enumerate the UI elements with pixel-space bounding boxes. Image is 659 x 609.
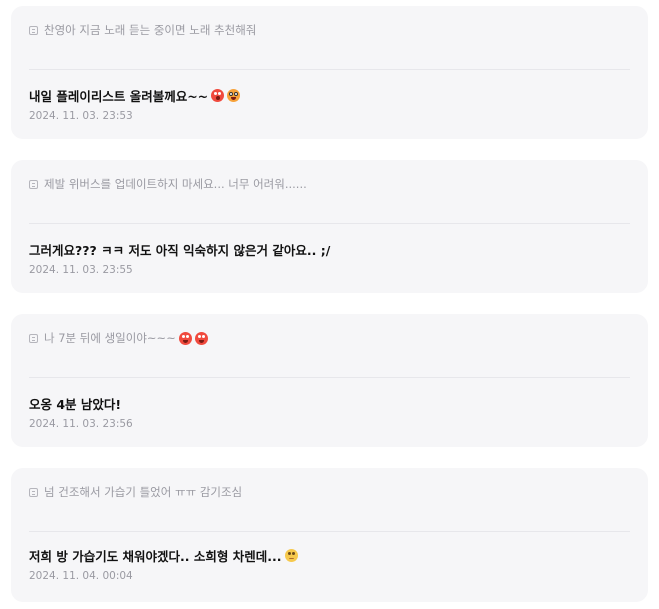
quoted-message: 넘 건조해서 가습기 틀었어 ㅠㅠ 감기조심 (29, 484, 242, 500)
quoted-text: 찬영아 지금 노래 듣는 중이면 노래 추천해줘 (44, 23, 257, 37)
divider (29, 531, 630, 532)
divider (29, 223, 630, 224)
laughing-face-icon (194, 331, 208, 345)
quoted-text: 나 7분 뒤에 생일이야~~~ (44, 331, 176, 345)
reply-message: 그러게요??? ㅋㅋ 저도 아직 익숙하지 않은거 같아요.. ;/ (29, 240, 330, 259)
reply-message: 내일 플레이리스트 올려볼께요~~ (29, 86, 241, 105)
surprised-face-icon (211, 89, 225, 102)
reply-message: 저희 방 가습기도 채워야겠다.. 소희형 차렌데... (29, 546, 298, 565)
quoted-message: 찬영아 지금 노래 듣는 중이면 노래 추천해줘 (29, 22, 256, 38)
comment-card[interactable]: 찬영아 지금 노래 듣는 중이면 노래 추천해줘 내일 플레이리스트 올려볼께요… (11, 6, 648, 139)
reply-message: 오옹 4분 남았다! (29, 394, 121, 413)
timestamp: 2024. 11. 03. 23:55 (29, 264, 133, 276)
quoted-text: 제발 위버스를 업데이트하지 마세요... 너무 어려워...... (44, 177, 307, 191)
quoted-message: 제발 위버스를 업데이트하지 마세요... 너무 어려워...... (29, 176, 307, 192)
laughing-face-icon (178, 331, 192, 345)
comment-feed: 찬영아 지금 노래 듣는 중이면 노래 추천해줘 내일 플레이리스트 올려볼께요… (0, 0, 659, 609)
comment-card[interactable]: 제발 위버스를 업데이트하지 마세요... 너무 어려워...... 그러게요?… (11, 160, 648, 293)
timestamp: 2024. 11. 04. 00:04 (29, 570, 133, 582)
message-icon (29, 179, 38, 189)
thinking-face-icon (284, 549, 298, 562)
reply-text: 내일 플레이리스트 올려볼께요~~ (29, 89, 209, 104)
divider (29, 377, 630, 378)
timestamp: 2024. 11. 03. 23:53 (29, 110, 133, 122)
comment-card[interactable]: 나 7분 뒤에 생일이야~~~ 오옹 4분 남았다! 2024. 11. 03.… (11, 314, 648, 447)
message-icon (29, 25, 38, 35)
reply-text: 저희 방 가습기도 채워야겠다.. 소희형 차렌데... (29, 549, 282, 564)
comment-card[interactable]: 넘 건조해서 가습기 틀었어 ㅠㅠ 감기조심 저희 방 가습기도 채워야겠다..… (11, 468, 648, 602)
message-icon (29, 487, 38, 497)
reply-text: 오옹 4분 남았다! (29, 397, 122, 412)
quoted-message: 나 7분 뒤에 생일이야~~~ (29, 330, 208, 346)
face-with-glasses-icon (227, 89, 241, 102)
message-icon (29, 333, 38, 343)
timestamp: 2024. 11. 03. 23:56 (29, 418, 133, 430)
reply-text: 그러게요??? ㅋㅋ 저도 아직 익숙하지 않은거 같아요.. ;/ (29, 243, 331, 258)
divider (29, 69, 630, 70)
quoted-text: 넘 건조해서 가습기 틀었어 ㅠㅠ 감기조심 (44, 485, 243, 499)
